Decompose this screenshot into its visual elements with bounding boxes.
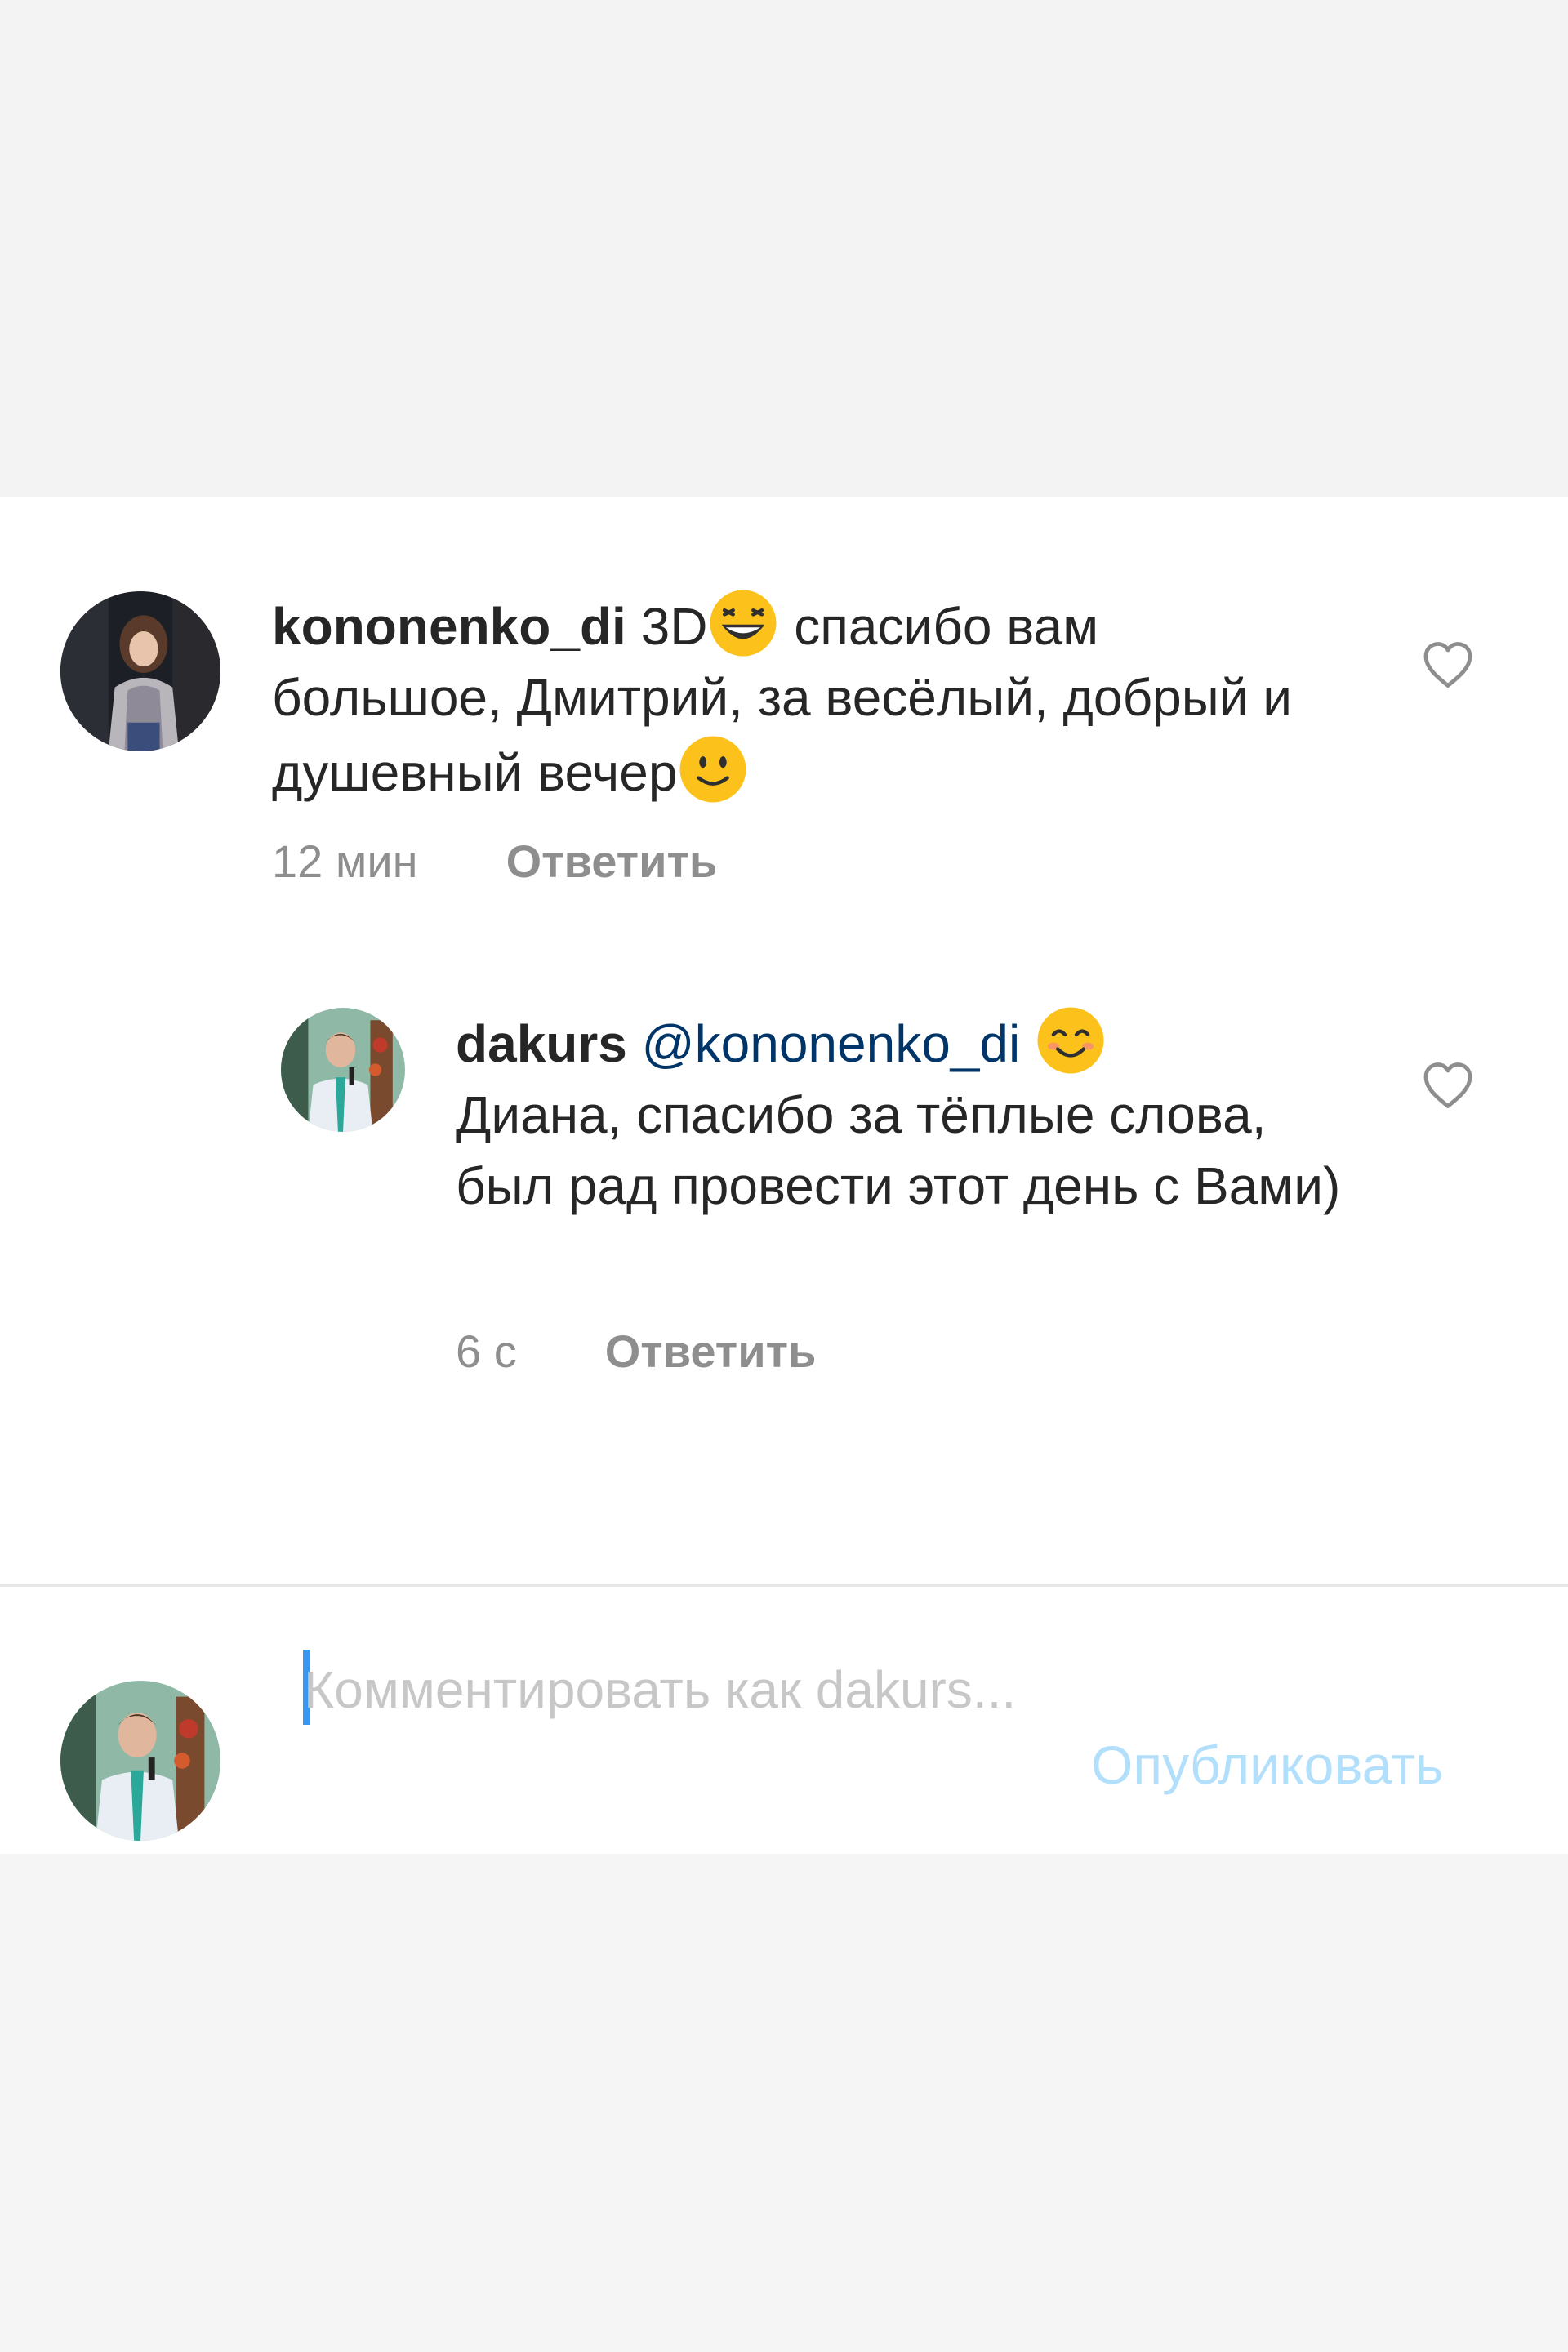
avatar-dakurs[interactable] — [281, 1008, 405, 1132]
reply-text-body: Диана, спасибо за тёплые слова, был рад … — [456, 1085, 1341, 1215]
reply-button[interactable]: Ответить — [506, 833, 718, 890]
avatar-kononenko-di[interactable] — [60, 591, 220, 751]
top-background — [0, 0, 1568, 497]
reply-timestamp: 6 с — [456, 1325, 517, 1377]
comment-username[interactable]: kononenko_di — [272, 597, 626, 656]
comment-dakurs: dakurs @kononenko_di Диана, спасибо за т… — [456, 1004, 1354, 1222]
bottom-background — [0, 1854, 1568, 2352]
avatar-current-user — [60, 1681, 220, 1841]
comment-timestamp: 12 мин — [272, 835, 418, 887]
reply-mention[interactable]: @kononenko_di — [642, 1014, 1021, 1073]
composer-divider — [0, 1584, 1568, 1587]
comment-text-prefix: 3D — [640, 597, 708, 656]
smiling-face-with-smiling-eyes-icon — [1035, 1004, 1107, 1076]
reply-username[interactable]: dakurs — [456, 1014, 627, 1073]
comment-meta: 12 мин Ответить — [272, 833, 717, 890]
heart-outline-icon[interactable] — [1419, 635, 1477, 694]
publish-button[interactable]: Опубликовать — [1091, 1730, 1444, 1801]
comment-input[interactable]: Комментировать как dakurs... — [304, 1655, 1039, 1726]
reply-meta: 6 с Ответить — [456, 1323, 816, 1380]
heart-outline-icon[interactable] — [1419, 1056, 1477, 1115]
reply-button[interactable]: Ответить — [605, 1323, 817, 1380]
comment-kononenko-di: kononenko_di 3D спасибо вам большое, Дми… — [272, 587, 1317, 808]
slightly-smiling-face-icon — [677, 733, 749, 805]
grinning-squinting-face-icon — [707, 587, 779, 659]
